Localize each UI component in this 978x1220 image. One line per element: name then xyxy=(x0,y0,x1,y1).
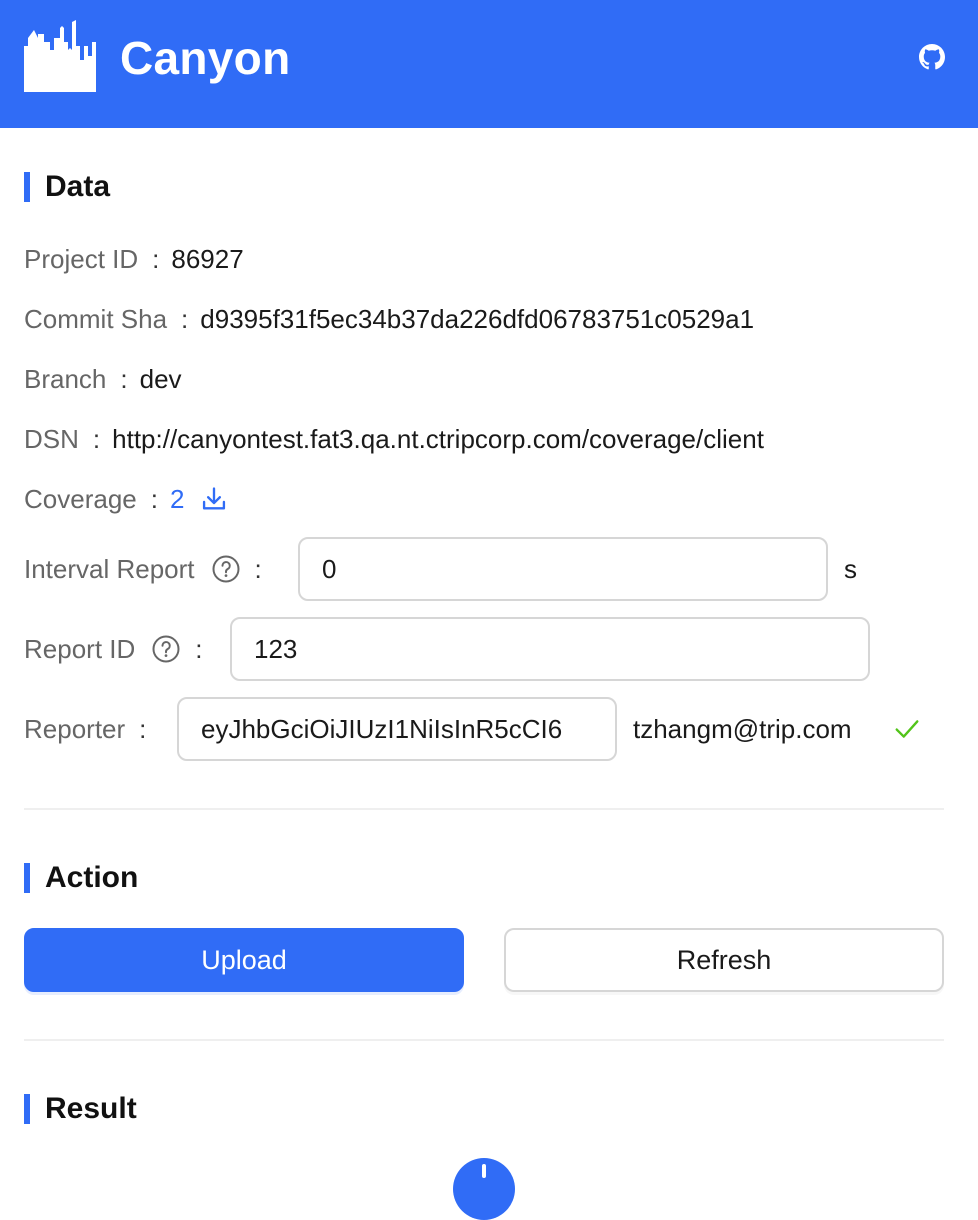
github-icon[interactable] xyxy=(919,44,945,70)
colon: : xyxy=(139,713,147,744)
project-id-row: Project ID : 86927 xyxy=(24,239,244,279)
interval-report-label: Interval Report xyxy=(24,553,195,584)
reporter-user: tzhangm@trip.com xyxy=(633,714,852,744)
reporter-token-input[interactable] xyxy=(177,697,617,761)
question-circle-icon[interactable] xyxy=(211,554,241,584)
colon: : xyxy=(150,483,158,514)
interval-report-input[interactable] xyxy=(298,537,828,601)
dsn-value: http://canyontest.fat3.qa.nt.ctripcorp.c… xyxy=(112,423,764,454)
report-id-input[interactable] xyxy=(230,617,870,681)
branch-value: dev xyxy=(139,363,182,394)
download-icon[interactable] xyxy=(200,485,228,513)
coverage-count-link[interactable]: 2 xyxy=(170,484,184,515)
divider xyxy=(24,1039,944,1041)
report-id-label: Report ID xyxy=(24,633,136,664)
question-circle-icon[interactable] xyxy=(151,634,181,664)
section-title-data: Data xyxy=(24,171,110,203)
colon: : xyxy=(152,243,160,274)
check-icon xyxy=(895,720,919,738)
refresh-button[interactable]: Refresh xyxy=(504,928,944,992)
dsn-label: DSN xyxy=(24,423,79,454)
colon: : xyxy=(195,633,203,664)
section-title-result: Result xyxy=(24,1093,137,1125)
coverage-label: Coverage xyxy=(24,483,137,514)
result-status-icon xyxy=(453,1158,515,1220)
commit-sha-row: Commit Sha : d9395f31f5ec34b37da226dfd06… xyxy=(24,299,754,339)
report-id-row: Report ID : xyxy=(24,629,215,669)
app-title: Canyon xyxy=(120,32,291,84)
app-header: Canyon xyxy=(0,0,978,128)
colon: : xyxy=(120,363,128,394)
interval-report-row: Interval Report : xyxy=(24,549,274,589)
commit-sha-label: Commit Sha xyxy=(24,303,168,334)
branch-row: Branch : dev xyxy=(24,359,182,399)
coverage-row: Coverage : 2 xyxy=(24,479,228,519)
section-title-action: Action xyxy=(24,862,138,894)
city-skyline-icon xyxy=(24,20,96,92)
colon: : xyxy=(181,303,189,334)
colon: : xyxy=(92,423,101,454)
project-id-value: 86927 xyxy=(171,243,244,274)
project-id-label: Project ID xyxy=(24,243,139,274)
commit-sha-value: d9395f31f5ec34b37da226dfd06783751c0529a1 xyxy=(200,303,755,334)
dsn-row: DSN : http://canyontest.fat3.qa.nt.ctrip… xyxy=(24,419,764,459)
reporter-label: Reporter xyxy=(24,713,126,744)
colon: : xyxy=(254,553,262,584)
interval-unit: s xyxy=(844,554,857,584)
branch-label: Branch xyxy=(24,363,107,394)
upload-button[interactable]: Upload xyxy=(24,928,464,992)
reporter-row: Reporter : xyxy=(24,709,158,749)
divider xyxy=(24,808,944,810)
